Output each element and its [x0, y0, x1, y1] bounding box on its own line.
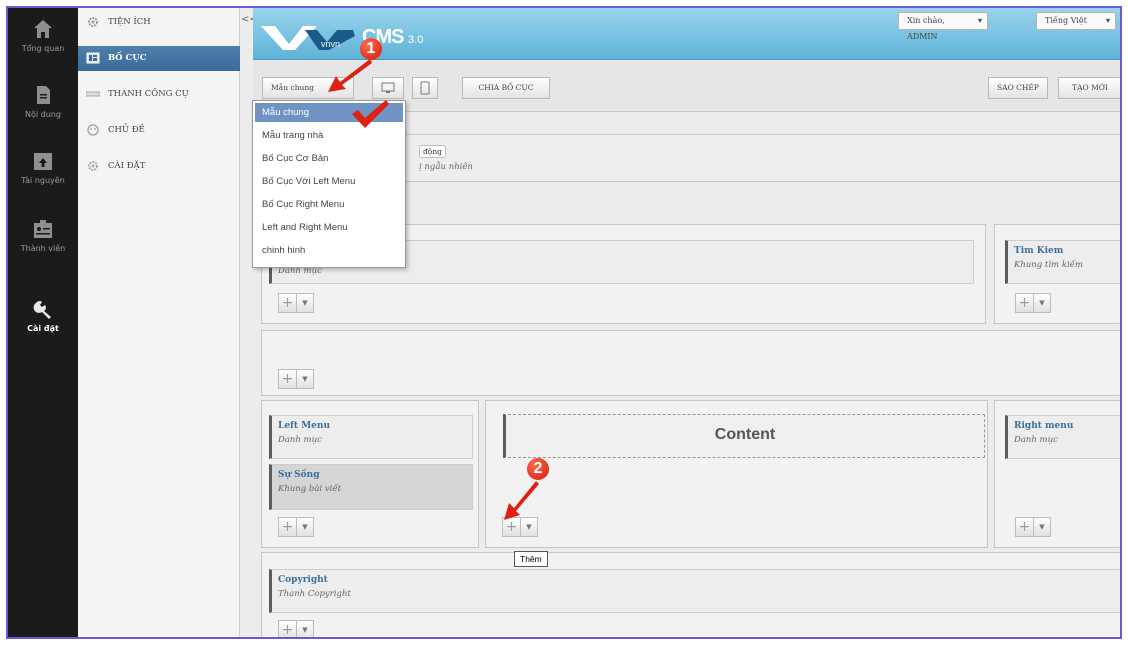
- add-options-caret[interactable]: ▼: [297, 293, 314, 313]
- rail-label: Tổng quan: [21, 44, 65, 53]
- add-button[interactable]: +: [278, 620, 297, 637]
- add-options-caret[interactable]: ▼: [1034, 293, 1051, 313]
- empty-row: + ▼: [261, 330, 1120, 396]
- module-title: Tim Kiem: [1014, 246, 1064, 256]
- dropdown-option[interactable]: chinh hinh: [253, 239, 405, 262]
- rail-label: Cài đặt: [27, 324, 59, 333]
- add-options-caret[interactable]: ▼: [297, 517, 314, 537]
- add-module-group: + ▼: [1015, 517, 1053, 537]
- sidebar-item-label: THANH CÔNG CỤ: [108, 89, 189, 99]
- search-module[interactable]: Tim Kiem Khung tìm kiếm: [1005, 240, 1120, 284]
- desktop-view-button[interactable]: [372, 77, 404, 99]
- add-module-group: + ▼: [278, 293, 316, 313]
- document-icon: [37, 86, 50, 104]
- module-subtitle: Danh mục: [278, 435, 322, 445]
- banner-tag: động: [419, 145, 446, 158]
- copy-button[interactable]: SAO CHÉP: [988, 77, 1048, 99]
- search-row: Tim Kiem Khung tìm kiếm + ▼: [994, 224, 1120, 324]
- module-title: Copyright: [278, 575, 328, 585]
- product-version: 3.0: [408, 34, 424, 46]
- module-title: Left Menu: [278, 421, 330, 431]
- left-menu-module[interactable]: Left Menu Danh mục: [269, 415, 473, 459]
- dropdown-option[interactable]: Bố Cục Right Menu: [253, 193, 405, 216]
- create-new-button[interactable]: TẠO MỚI: [1058, 77, 1120, 99]
- module-subtitle: Thanh Copyright: [278, 589, 351, 599]
- rail-item-content[interactable]: Nội dung: [8, 84, 78, 119]
- add-button[interactable]: +: [1015, 293, 1034, 313]
- sidebar-item-layout[interactable]: BỐ CỤC: [78, 46, 240, 71]
- home-icon: [34, 20, 52, 38]
- sidebar-item-toolbar[interactable]: THANH CÔNG CỤ: [78, 82, 240, 107]
- add-module-group: + ▼: [278, 369, 316, 389]
- rail-item-settings[interactable]: Cài đặt: [8, 298, 78, 333]
- main-nav-rail: Tổng quan Nội dung Tài nguyên Thành viên…: [8, 8, 78, 637]
- copyright-module[interactable]: Copyright Thanh Copyright: [269, 569, 1120, 613]
- dropdown-option[interactable]: Bố Cục Cơ Bản: [253, 147, 405, 170]
- step-2-badge: 2: [527, 458, 549, 480]
- banner-subtitle: ị ngẫu nhiên: [419, 162, 473, 172]
- rail-label: Nội dung: [25, 110, 61, 119]
- wrench-icon: [33, 301, 51, 319]
- mobile-view-button[interactable]: [412, 77, 438, 99]
- upload-icon: [34, 153, 52, 170]
- rail-item-members[interactable]: Thành viên: [8, 218, 78, 253]
- right-column: Right menu Danh mục + ▼: [994, 400, 1120, 548]
- left-column: Left Menu Danh mục Sự Sống Khung bài viế…: [261, 400, 479, 548]
- add-module-group: + ▼: [278, 620, 316, 637]
- rail-item-resources[interactable]: Tài nguyên: [8, 150, 78, 185]
- step-1-arrow-icon: [328, 59, 372, 92]
- add-button[interactable]: +: [278, 517, 297, 537]
- checkmark-icon: [352, 100, 389, 128]
- gear-icon: [88, 17, 98, 27]
- rail-label: Tài nguyên: [21, 176, 65, 185]
- rail-label: Thành viên: [20, 244, 66, 253]
- module-subtitle: Khung tìm kiếm: [1014, 260, 1083, 270]
- add-options-caret[interactable]: ▼: [297, 620, 314, 637]
- app-header: vnvn CMS 3.0 Xin chào, ADMIN Tiếng Việt: [253, 8, 1120, 60]
- layout-icon: [86, 52, 100, 64]
- logo-text: vnvn: [321, 39, 340, 49]
- members-icon: [34, 220, 52, 238]
- dropdown-option[interactable]: Left and Right Menu: [253, 216, 405, 239]
- sidebar-item-label: CÀI ĐẶT: [108, 161, 146, 171]
- language-select[interactable]: Tiếng Việt: [1036, 12, 1116, 30]
- split-layout-button[interactable]: CHIA BỐ CỤC: [462, 77, 550, 99]
- monitor-icon: [381, 82, 395, 93]
- module-subtitle: Danh mục: [1014, 435, 1058, 445]
- right-menu-module[interactable]: Right menu Danh mục: [1005, 415, 1120, 459]
- rail-item-overview[interactable]: Tổng quan: [8, 18, 78, 53]
- phone-icon: [420, 81, 430, 95]
- sidebar-item-label: BỐ CỤC: [108, 53, 147, 63]
- sidebar-item-label: CHỦ ĐỀ: [108, 125, 145, 135]
- dropdown-option[interactable]: Bố Cục Với Left Menu: [253, 170, 405, 193]
- user-menu[interactable]: Xin chào, ADMIN: [898, 12, 988, 41]
- settings-sidebar: TIỆN ÍCH BỐ CỤC THANH CÔNG CỤ CHỦ ĐỀ CÀI…: [78, 8, 240, 637]
- add-options-caret[interactable]: ▼: [1034, 517, 1051, 537]
- settings-icon: [88, 161, 98, 171]
- content-placeholder[interactable]: Content: [503, 414, 985, 458]
- add-button[interactable]: +: [1015, 517, 1034, 537]
- cms-logo: vnvn CMS 3.0: [259, 18, 439, 54]
- add-button[interactable]: +: [278, 293, 297, 313]
- logo-mark-icon: vnvn: [261, 26, 355, 50]
- step-2-arrow-icon: [504, 481, 539, 520]
- add-module-group: + ▼: [1015, 293, 1053, 313]
- add-module-group: + ▼: [278, 517, 316, 537]
- app-frame: Tổng quan Nội dung Tài nguyên Thành viên…: [6, 6, 1122, 639]
- module-subtitle: Khung bài viết: [278, 484, 342, 494]
- add-tooltip: Thêm: [514, 551, 548, 567]
- life-module[interactable]: Sự Sống Khung bài viết: [269, 464, 473, 510]
- footer-row: Copyright Thanh Copyright + ▼: [261, 552, 1120, 637]
- module-title: Sự Sống: [278, 470, 320, 480]
- add-options-caret[interactable]: ▼: [297, 369, 314, 389]
- add-button[interactable]: +: [278, 369, 297, 389]
- sidebar-item-label: TIỆN ÍCH: [108, 17, 151, 27]
- sidebar-item-settings[interactable]: CÀI ĐẶT: [78, 154, 240, 179]
- theme-icon: [87, 124, 99, 136]
- toolbar-icon: [86, 91, 100, 97]
- sidebar-item-utilities[interactable]: TIỆN ÍCH: [78, 10, 240, 35]
- sidebar-item-theme[interactable]: CHỦ ĐỀ: [78, 118, 240, 143]
- module-title: Right menu: [1014, 421, 1074, 431]
